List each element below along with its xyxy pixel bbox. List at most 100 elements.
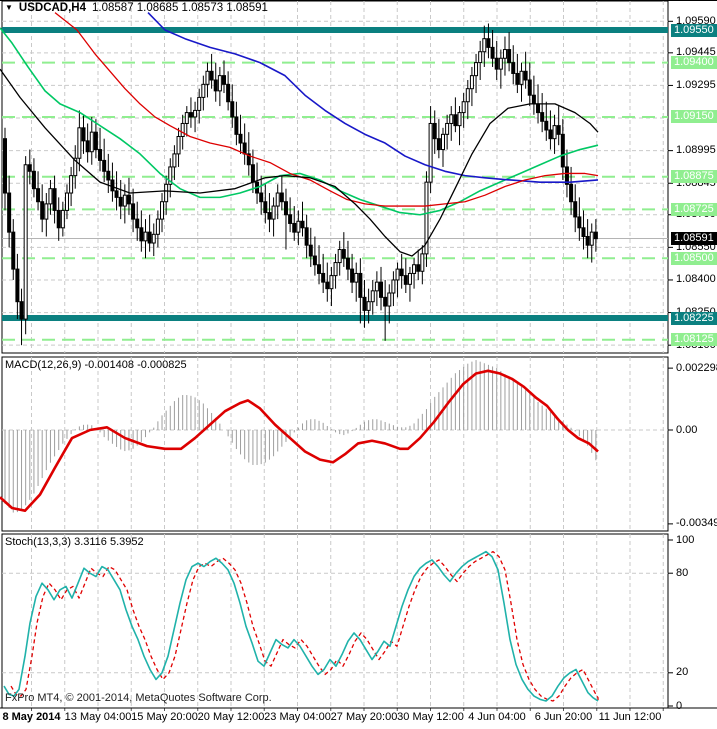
candle-body: [81, 127, 86, 142]
candle-body: [23, 164, 28, 320]
candle-body: [536, 103, 541, 114]
candle-body: [60, 209, 65, 229]
mt4-chart-window: ▼ USDCAD,H4 1.08587 1.08685 1.08573 1.08…: [0, 0, 717, 729]
macd-panel[interactable]: [1, 356, 669, 532]
candle-body: [474, 62, 479, 77]
candle-body: [428, 122, 433, 183]
candle-body: [283, 201, 288, 216]
candle-body: [589, 231, 594, 246]
stoch-axis-label: 0: [676, 699, 683, 712]
candle-body: [230, 101, 235, 118]
price-axis-label: 1.08400: [676, 273, 716, 286]
candle-body: [329, 275, 334, 290]
candle-body: [118, 196, 123, 207]
macd-indicator-label: MACD(12,26,9) -0.001408 -0.000825: [5, 359, 187, 371]
candle-body: [250, 164, 255, 183]
price-badge-green: 1.08875: [671, 170, 717, 184]
candle-body: [172, 153, 177, 168]
candle-body: [7, 192, 12, 233]
price-axis-label: 1.09295: [676, 78, 716, 91]
candle-body: [321, 272, 326, 283]
platform-watermark: FxPro MT4, © 2001-2014, MetaQuotes Softw…: [5, 692, 272, 704]
candle-body: [548, 129, 553, 140]
symbol-dropdown-icon[interactable]: ▼: [5, 3, 13, 13]
candle-body: [267, 212, 272, 220]
candle-body: [569, 183, 574, 203]
candle-body: [164, 183, 169, 203]
stoch-axis-label: 100: [676, 533, 695, 546]
candle-body: [44, 203, 49, 220]
candle-body: [176, 136, 181, 155]
candle-body: [308, 244, 313, 257]
candle-body: [354, 272, 359, 283]
candle-body: [527, 79, 532, 96]
candle-body: [288, 214, 293, 224]
candle-body: [155, 218, 160, 235]
candle-body: [147, 231, 152, 244]
candle-body: [403, 275, 408, 285]
key-level-band: [2, 315, 668, 322]
candle-body: [486, 38, 491, 48]
candle-body: [519, 70, 524, 85]
candle-body: [36, 188, 41, 203]
candle-body: [531, 94, 536, 105]
candle-body: [573, 201, 578, 218]
candle-body: [585, 235, 590, 246]
candle-body: [490, 46, 495, 59]
candle-body: [461, 101, 466, 114]
candle-body: [126, 194, 131, 205]
candle-body: [440, 133, 445, 151]
candle-body: [345, 257, 350, 270]
candle-body: [362, 296, 367, 311]
candle-body: [279, 192, 284, 203]
candle-body: [64, 192, 69, 211]
candle-body: [350, 268, 355, 283]
candle-body: [296, 220, 301, 233]
candle-body: [3, 138, 7, 194]
candle-body: [465, 88, 470, 103]
candle-body: [552, 125, 557, 140]
candle-body: [453, 114, 458, 127]
candle-body: [209, 70, 214, 81]
key-level-band: [2, 27, 668, 33]
chart-title: ▼ USDCAD,H4 1.08587 1.08685 1.08573 1.08…: [5, 2, 268, 14]
candle-body: [312, 255, 317, 266]
candle-body: [56, 209, 61, 229]
stoch-panel[interactable]: [1, 533, 669, 709]
candle-body: [89, 131, 94, 153]
candle-body: [292, 222, 297, 233]
candle-body: [436, 138, 441, 151]
candle-body: [151, 233, 156, 244]
candle-body: [577, 216, 582, 229]
candle-body: [494, 57, 499, 70]
candle-body: [478, 51, 483, 64]
candle-body: [85, 140, 90, 153]
candle-body: [370, 290, 375, 303]
candle-body: [366, 301, 371, 311]
candle-body: [226, 83, 231, 103]
candle-body: [135, 218, 140, 229]
candle-body: [304, 227, 309, 246]
candle-body: [234, 116, 239, 135]
candle-body: [416, 264, 421, 272]
candle-body: [337, 249, 342, 264]
candle-body: [193, 109, 198, 118]
candle-body: [98, 149, 103, 161]
candle-body: [391, 279, 396, 294]
candle-body: [19, 301, 24, 320]
price-badge-teal: 1.09550: [671, 23, 717, 37]
price-badge-black: 1.08591: [671, 231, 717, 245]
stoch-axis-label: 80: [676, 566, 689, 579]
candle-body: [31, 170, 36, 190]
candle-body: [106, 170, 111, 181]
candle-body: [383, 296, 388, 307]
candle-body: [48, 188, 53, 205]
candle-body: [432, 122, 437, 140]
candle-body: [407, 272, 412, 285]
candle-body: [201, 83, 206, 98]
candle-body: [139, 227, 144, 242]
candle-body: [333, 262, 338, 277]
candle-body: [40, 201, 45, 220]
candle-body: [122, 194, 127, 207]
candle-body: [242, 142, 247, 155]
